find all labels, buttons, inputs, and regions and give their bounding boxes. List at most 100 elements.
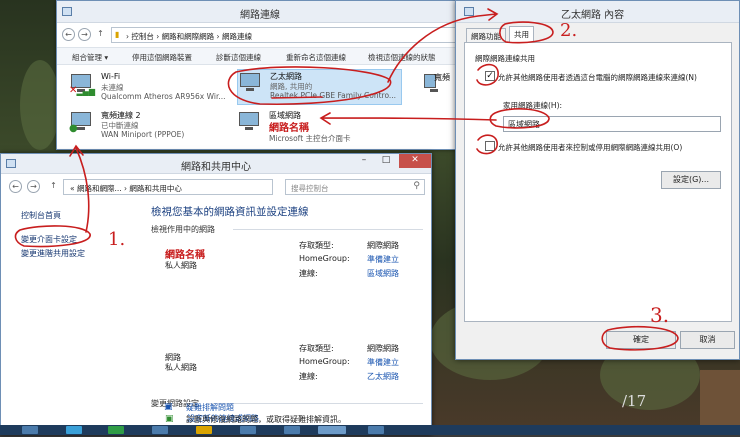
tab-networking[interactable]: 網路功能: [466, 28, 506, 43]
connection-name: 寬頻: [434, 73, 450, 82]
network-adapter-icon: [238, 73, 264, 95]
main-content: 檢視您基本的網路資訊並設定連線 檢視作用中的網路 網路名稱 私人網路 存取類型:…: [141, 202, 433, 436]
breadcrumb-item[interactable]: 網路和共用中心: [129, 184, 182, 193]
left-navigation: 控制台首頁 變更介面卡設定 變更進階共用設定: [1, 202, 141, 434]
address-bar[interactable]: ▮ › 控制台 › 網路和網際網路 › 網路連線: [111, 27, 461, 43]
folder-icon: ▮: [115, 30, 120, 39]
organize-button[interactable]: 組合管理 ▾: [72, 52, 108, 63]
network-adapter-icon: ✕ ▂▄▆: [69, 74, 95, 96]
search-input[interactable]: 搜尋控制台 ⚲: [285, 179, 425, 195]
forward-button[interactable]: →: [27, 180, 40, 193]
troubleshoot-icon: ▣: [164, 402, 173, 412]
address-bar[interactable]: « 網路和網際... › 網路和共用中心: [63, 179, 273, 195]
window-icon: [464, 7, 474, 16]
access-label: 存取類型:: [299, 241, 334, 250]
ethernet-properties-dialog: 乙太網路 內容 網路功能 共用 網際網路連線共用 ✓ 允許其他網路使用者透過這台…: [455, 0, 740, 360]
back-button[interactable]: ←: [9, 180, 22, 193]
connection-device: Realtek PCIe GBE Family Contro...: [270, 91, 397, 100]
connection-item-ethernet[interactable]: 乙太網路 網路, 共用的 Realtek PCIe GBE Family Con…: [237, 69, 402, 105]
connection-item-broadband[interactable]: ● 寬頻連線 2 已中斷連線 WAN Miniport (PPPOE): [69, 109, 234, 145]
network-name: 網路名稱: [165, 250, 205, 261]
nav-change-adapter-settings[interactable]: 變更介面卡設定: [21, 234, 77, 245]
connection-link[interactable]: 區域網路: [367, 268, 399, 279]
network-sharing-center-window: 網路和共用中心 – □ ✕ ← → ↑ « 網路和網際... › 網路和共用中心…: [0, 153, 433, 436]
taskbar-app-icon[interactable]: [22, 426, 38, 434]
minimize-button[interactable]: –: [353, 154, 375, 168]
command-bar: 組合管理 ▾ 停用這個網路裝置 診斷這個連線 重新命名這個連線 檢視這個連線的狀…: [57, 47, 463, 65]
sharing-panel: 網際網路連線共用 ✓ 允許其他網路使用者透過這台電腦的網際網路連線來連線(N) …: [464, 42, 732, 322]
homegroup-link[interactable]: 準備建立: [367, 357, 399, 368]
home-connection-label: 家用網路連線(H):: [503, 101, 563, 110]
search-placeholder: 搜尋控制台: [291, 184, 329, 193]
connection-link[interactable]: 乙太網路: [367, 371, 399, 382]
network-adapter-icon: [237, 112, 263, 134]
network-type: 私人網路: [165, 363, 197, 372]
breadcrumb-item[interactable]: 網路連線: [222, 32, 252, 41]
new-connection-icon: ▣: [165, 414, 174, 424]
cancel-button[interactable]: 取消: [680, 331, 735, 349]
taskbar-app-icon[interactable]: [66, 426, 82, 434]
homegroup-label: HomeGroup:: [299, 357, 350, 366]
close-button[interactable]: ✕: [399, 154, 431, 168]
rename-button[interactable]: 重新命名這個連線: [286, 52, 346, 63]
broadband-icon: ●: [69, 112, 95, 134]
connection-label: 連線:: [299, 269, 318, 278]
title-bar: 網路和共用中心 – □ ✕: [1, 154, 431, 174]
nav-control-panel-home[interactable]: 控制台首頁: [21, 210, 61, 221]
tab-sharing[interactable]: 共用: [509, 26, 534, 43]
taskbar-app-icon[interactable]: [318, 426, 346, 434]
connection-name: Wi-Fi: [101, 72, 121, 81]
connection-device: WAN Miniport (PPPOE): [101, 130, 185, 139]
up-button[interactable]: ↑: [94, 28, 107, 41]
network-type: 私人網路: [165, 261, 197, 270]
forward-button[interactable]: →: [78, 28, 91, 41]
maximize-button[interactable]: □: [375, 154, 397, 168]
homegroup-label: HomeGroup:: [299, 254, 350, 263]
breadcrumb: « 網路和網際... › 網路和共用中心: [70, 184, 182, 193]
allow-control-checkbox[interactable]: [485, 141, 495, 151]
allow-share-checkbox[interactable]: ✓: [485, 71, 495, 81]
breadcrumb-item[interactable]: 控制台: [131, 32, 154, 41]
allow-control-label: 允許其他網路使用者來控制或停用網際網路連線共用(O): [498, 143, 683, 152]
view-status-button[interactable]: 檢視這個連線的狀態: [368, 52, 436, 63]
homegroup-link[interactable]: 準備建立: [367, 254, 399, 265]
settings-button[interactable]: 設定(G)...: [661, 171, 721, 189]
taskbar-app-icon[interactable]: [284, 426, 300, 434]
nav-advanced-sharing[interactable]: 變更進階共用設定: [21, 248, 85, 259]
taskbar-app-icon[interactable]: [152, 426, 168, 434]
connection-device: Microsoft 主控台介面卡: [269, 134, 351, 143]
connection-device: Qualcomm Atheros AR956x Wir...: [101, 92, 226, 101]
connection-label: 連線:: [299, 372, 318, 381]
connection-item-wifi[interactable]: ✕ ▂▄▆ Wi-Fi 未連線 Qualcomm Atheros AR956x W…: [69, 71, 234, 107]
network-connections-window: 網路連線 ← → ↑ ▮ › 控制台 › 網路和網際網路 › 網路連線 組合管理…: [56, 0, 464, 150]
page-counter: /17: [622, 392, 647, 410]
troubleshoot-link[interactable]: 疑難排解問題: [186, 402, 234, 413]
divider: [233, 229, 423, 230]
breadcrumb: › 控制台 › 網路和網際網路 › 網路連線: [126, 32, 252, 41]
access-label: 存取類型:: [299, 344, 334, 353]
section-label: 檢視作用中的網路: [151, 225, 215, 234]
home-connection-select[interactable]: 區域網路: [503, 116, 721, 132]
breadcrumb-item[interactable]: 網路和網際網路: [162, 32, 215, 41]
taskbar-app-icon[interactable]: [196, 426, 212, 434]
taskbar-app-icon[interactable]: [108, 426, 124, 434]
troubleshoot-desc: 診斷與修復網路問題，或取得疑難排解資訊。: [186, 415, 346, 424]
connection-status: 網路名稱: [269, 123, 309, 134]
taskbar: [0, 425, 740, 435]
diagnose-button[interactable]: 診斷這個連線: [216, 52, 261, 63]
back-button[interactable]: ←: [62, 28, 75, 41]
taskbar-app-icon[interactable]: [368, 426, 384, 434]
disable-device-button[interactable]: 停用這個網路裝置: [132, 52, 192, 63]
dialog-title: 乙太網路 內容: [561, 10, 625, 21]
access-value: 網際網路: [367, 241, 399, 250]
search-icon: ⚲: [413, 181, 420, 191]
breadcrumb-item[interactable]: 網路和網際...: [77, 184, 122, 193]
connection-item-lan[interactable]: 區域網路 網路名稱 Microsoft 主控台介面卡: [237, 109, 402, 145]
divider: [207, 403, 423, 404]
access-value: 網際網路: [367, 344, 399, 353]
page-title: 檢視您基本的網路資訊並設定連線: [151, 206, 309, 218]
taskbar-app-icon[interactable]: [240, 426, 256, 434]
window-title: 網路連線: [240, 10, 280, 21]
up-button[interactable]: ↑: [47, 180, 60, 193]
ok-button[interactable]: 確定: [606, 331, 676, 349]
